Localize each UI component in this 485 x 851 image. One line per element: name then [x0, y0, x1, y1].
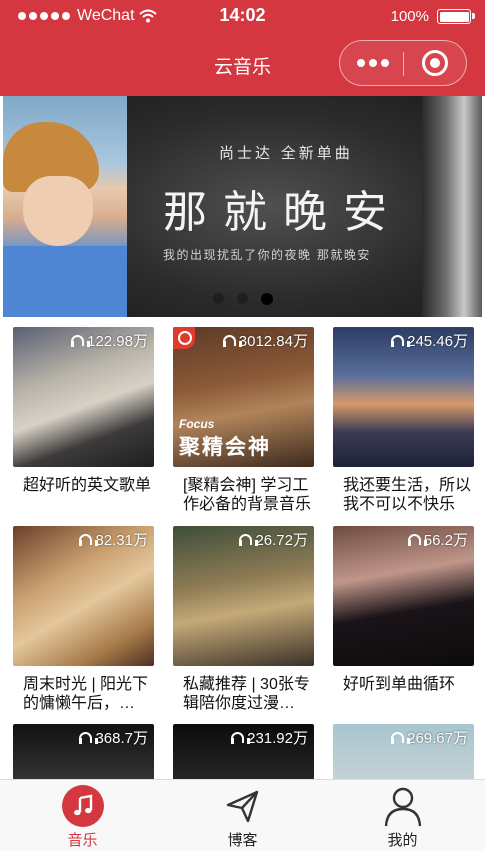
headphone-icon — [407, 533, 427, 546]
music-note-icon — [61, 785, 104, 827]
banner-lyric: 我的出现扰乱了你的夜晚 那就晚安 — [163, 248, 371, 262]
paper-plane-icon — [222, 785, 264, 827]
play-count: 122.98万 — [71, 330, 148, 351]
playlist-title: 我还要生活，所以我不可以不快乐 — [343, 477, 471, 513]
playlist-cover: 245.46万 — [333, 327, 474, 467]
bottom-tab-bar: 音乐 博客 我的 — [0, 779, 485, 851]
netease-logo-icon — [173, 327, 195, 349]
headphone-icon — [231, 731, 251, 744]
playlist-cover: 56.2万 — [333, 526, 474, 666]
headphone-icon — [79, 731, 99, 744]
tab-mine[interactable]: 我的 — [322, 780, 483, 851]
play-count: 231.92万 — [231, 727, 308, 748]
headphone-icon — [391, 334, 411, 347]
tab-mine-label: 我的 — [387, 832, 418, 849]
banner-artist-photo — [3, 96, 127, 317]
headphone-icon — [222, 334, 242, 347]
playlist-title: 好听到单曲循环 — [343, 676, 456, 693]
more-menu-icon[interactable] — [354, 54, 392, 72]
play-count: 245.46万 — [391, 330, 468, 351]
tab-music[interactable]: 音乐 — [2, 780, 163, 851]
miniprogram-capsule — [339, 40, 467, 86]
play-count: 56.2万 — [407, 529, 468, 550]
top-bar: WeChat 14:02 100% 云音乐 — [0, 0, 485, 96]
battery-percent: 100% — [390, 8, 429, 25]
playlist-cover: 82.31万 — [13, 526, 154, 666]
battery-icon — [437, 9, 475, 24]
playlist-title: 私藏推荐 | 30张专辑陪你度过漫长岁月 — [183, 676, 311, 712]
tab-blog-label: 博客 — [227, 832, 258, 849]
banner-headline: 那就晚安 — [163, 187, 403, 238]
playlist-cover: 122.98万 — [13, 327, 154, 467]
play-count: 3012.84万 — [222, 330, 308, 351]
banner-dot[interactable] — [213, 293, 224, 304]
status-bar: WeChat 14:02 100% — [0, 0, 485, 34]
headphone-icon — [79, 533, 99, 546]
close-miniprogram-icon[interactable] — [422, 50, 448, 76]
play-count: 82.31万 — [79, 529, 148, 550]
headphone-icon — [391, 731, 411, 744]
banner-indicators — [213, 292, 273, 305]
play-count: 269.67万 — [391, 727, 468, 748]
play-count: 368.7万 — [79, 727, 148, 748]
capsule-divider — [403, 52, 404, 76]
play-count: 26.72万 — [239, 529, 308, 550]
banner-carousel[interactable]: 尚士达 全新单曲 那就晚安 我的出现扰乱了你的夜晚 那就晚安 — [3, 96, 482, 317]
playlist-title: 超好听的英文歌单 — [23, 477, 151, 494]
banner-side-photo — [422, 96, 482, 317]
tab-music-label: 音乐 — [67, 832, 98, 849]
playlist-title: 周末时光 | 阳光下的慵懒午后，一起听歌 — [23, 676, 151, 712]
playlist-cover: Focus 聚精会神 3012.84万 — [173, 327, 314, 467]
banner-dot-active[interactable] — [261, 292, 273, 305]
headphone-icon — [71, 334, 91, 347]
user-profile-icon — [382, 785, 424, 827]
banner-dot[interactable] — [237, 293, 248, 304]
banner-subtitle: 尚士达 全新单曲 — [219, 144, 353, 162]
battery-group: 100% — [390, 8, 475, 25]
playlist-title: [聚精会神] 学习工作必备的背景音乐 — [183, 477, 311, 513]
tab-blog[interactable]: 博客 — [162, 780, 323, 851]
cover-caption: Focus 聚精会神 — [179, 417, 271, 459]
playlist-cover: 26.72万 — [173, 526, 314, 666]
headphone-icon — [239, 533, 259, 546]
